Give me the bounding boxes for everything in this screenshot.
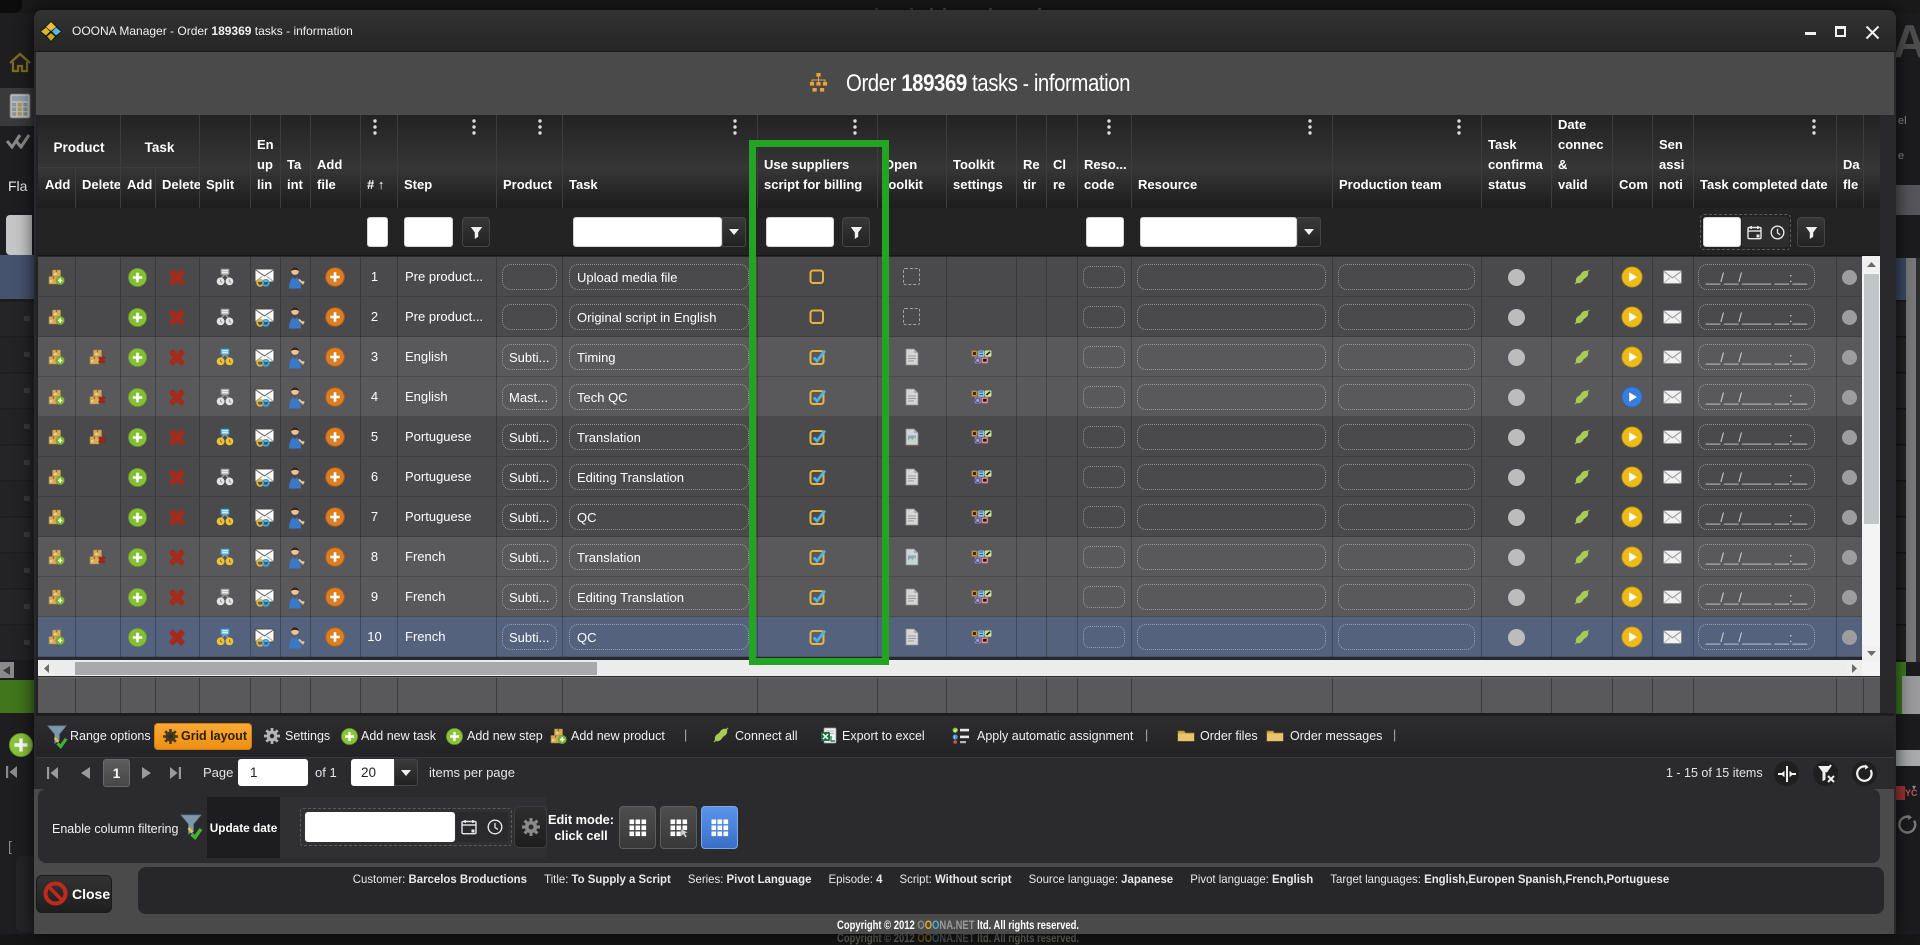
- svg-text:i: i: [954, 735, 955, 741]
